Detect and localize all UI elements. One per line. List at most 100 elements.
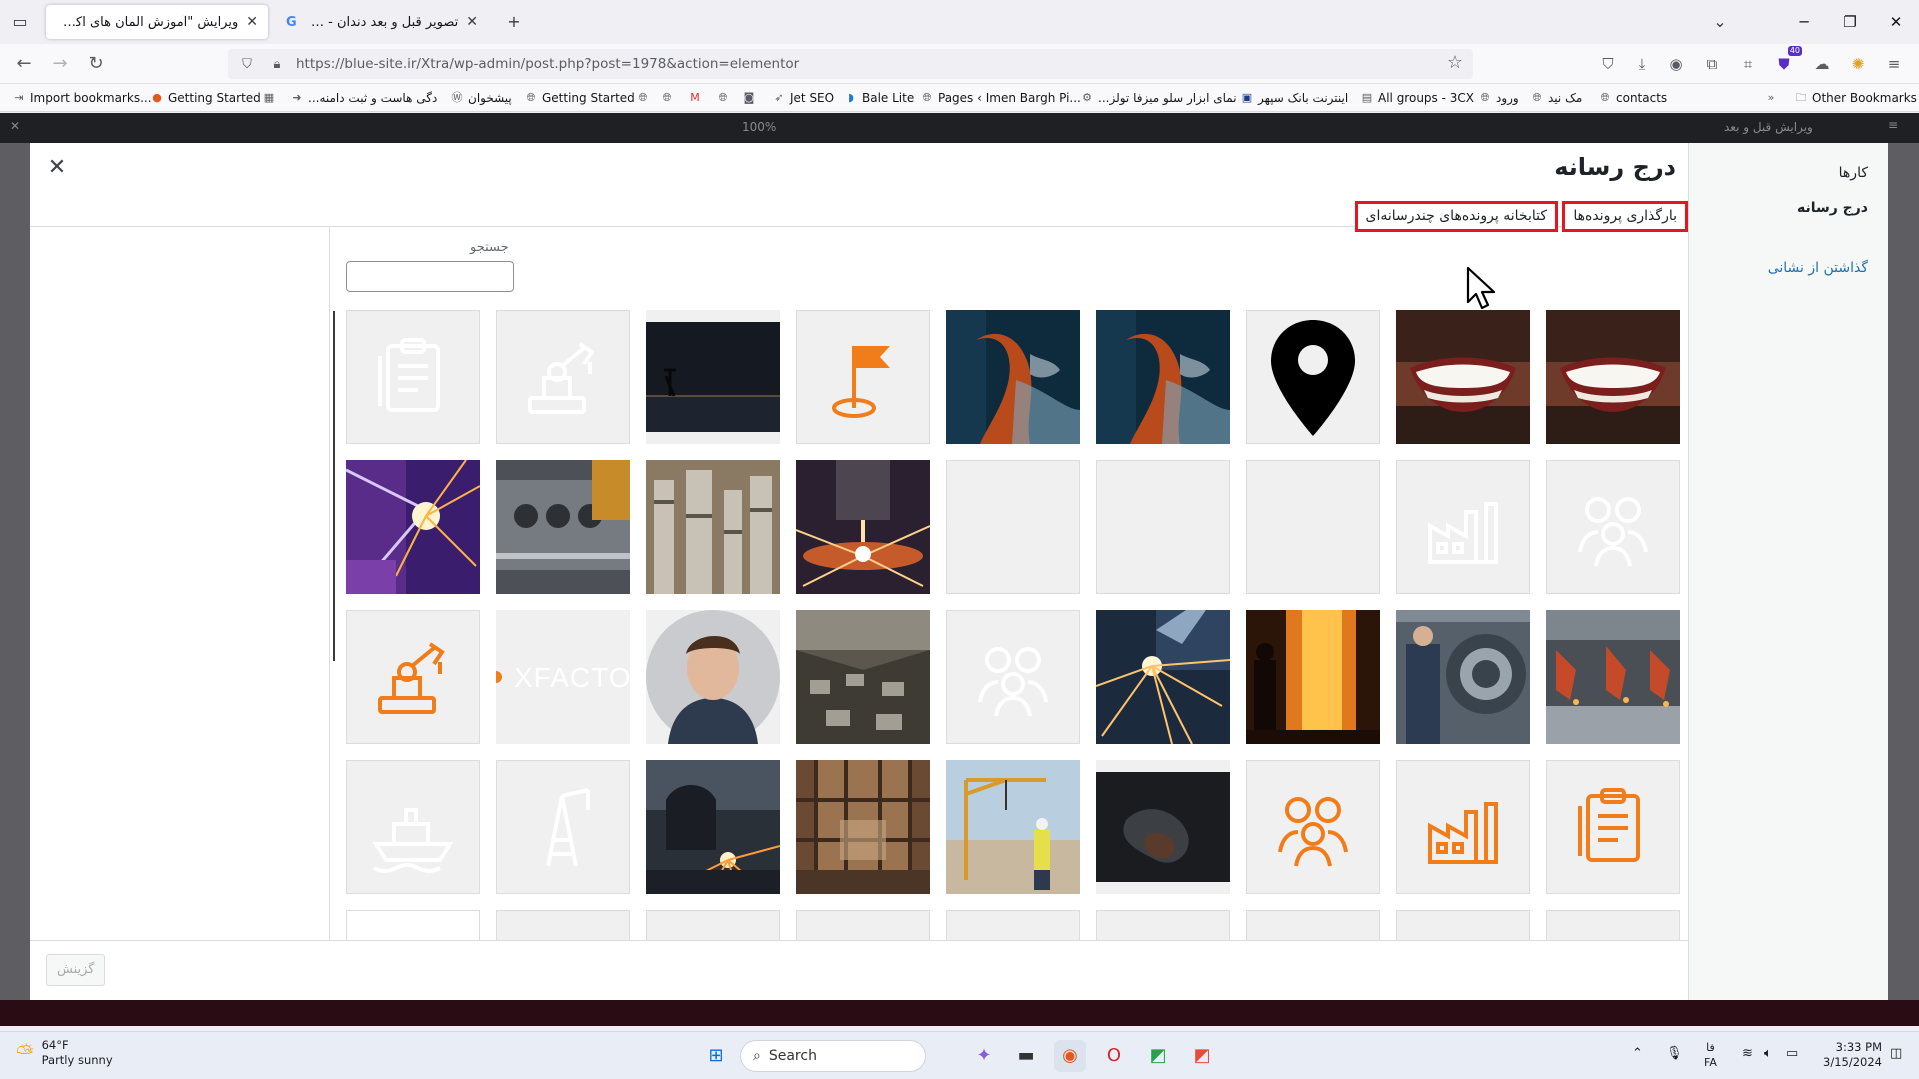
bookmark-item[interactable]: 🌐︎ ورود xyxy=(1478,89,1519,107)
notification-icon[interactable]: ◫ xyxy=(1890,1046,1902,1061)
url-text[interactable]: https://blue-site.ir/Xtra/wp-admin/post.… xyxy=(296,56,799,72)
firefox-taskbar-icon[interactable]: ◉ xyxy=(1054,1040,1086,1072)
modal-close-icon[interactable]: ✕ xyxy=(44,155,70,181)
cloud-icon[interactable]: ☁ xyxy=(1810,52,1834,76)
bookmark-item[interactable]: 🌐︎ xyxy=(716,89,730,107)
crop-icon[interactable]: ⌗ xyxy=(1736,52,1760,76)
bookmark-item[interactable]: M xyxy=(688,89,702,107)
minimize-icon[interactable]: ─ xyxy=(1784,8,1824,36)
media-thumbnail-photo-engine[interactable] xyxy=(496,460,630,594)
tab-list-icon[interactable]: ▭ xyxy=(8,10,32,34)
tab-upload-files[interactable]: بارگذاری پرونده‌ها xyxy=(1562,201,1688,232)
volume-icon[interactable]: 🔈︎ xyxy=(1764,1046,1772,1061)
media-thumbnail-blank[interactable] xyxy=(1246,910,1380,940)
new-tab-icon[interactable]: + xyxy=(502,10,526,34)
media-thumbnail-robot-icon-orange[interactable] xyxy=(346,610,480,744)
taskbar-search[interactable]: ⌕ Search xyxy=(740,1040,926,1072)
bookmark-star-icon[interactable]: ☆ xyxy=(1447,52,1463,73)
media-thumbnail-photo-dark-smoke[interactable] xyxy=(1096,760,1230,894)
media-thumbnail-photo-sparks[interactable] xyxy=(1096,610,1230,744)
weather-widget[interactable]: ⛅︎ 64°F Partly sunny xyxy=(16,1038,113,1068)
other-bookmarks[interactable]: 🗀︎ Other Bookmarks xyxy=(1794,89,1917,107)
file-explorer-icon[interactable]: ▬ xyxy=(1010,1040,1042,1072)
forward-icon[interactable]: → xyxy=(46,52,74,76)
media-thumbnail-photo-laser[interactable] xyxy=(796,460,930,594)
tab-close-icon[interactable]: ✕ xyxy=(246,14,258,30)
media-thumbnail-blank[interactable] xyxy=(946,460,1080,594)
bookmark-item[interactable]: ● Getting Started xyxy=(150,89,261,107)
media-thumbnail-team-icon-faded[interactable] xyxy=(1546,460,1680,594)
media-thumbnail-photo-dusk[interactable] xyxy=(646,310,780,444)
media-thumbnail-photo-assembly[interactable] xyxy=(1546,610,1680,744)
media-thumbnail-rig-icon-faded[interactable] xyxy=(496,760,630,894)
battery-icon[interactable]: ▭ xyxy=(1786,1046,1798,1061)
media-thumbnail-photo-refinery[interactable] xyxy=(646,460,780,594)
media-thumbnail-form-icon-orange[interactable] xyxy=(1546,760,1680,894)
media-thumbnail-blank[interactable] xyxy=(1096,460,1230,594)
media-thumbnail-ship-icon-faded[interactable] xyxy=(346,760,480,894)
language-indicator[interactable]: فا FA xyxy=(1704,1040,1717,1070)
media-thumbnail-form-icon-faded[interactable] xyxy=(346,310,480,444)
media-thumbnail-photo-worker-fire[interactable] xyxy=(1096,310,1230,444)
media-thumbnail-robot-icon-faded[interactable] xyxy=(496,310,630,444)
media-thumbnail-blank[interactable] xyxy=(1246,460,1380,594)
pocket-icon[interactable]: ⛉ xyxy=(1596,52,1620,76)
back-icon[interactable]: ← xyxy=(10,52,38,76)
close-window-icon[interactable]: ✕ xyxy=(1876,8,1916,36)
bookmark-item[interactable]: ▣ اینترنت بانک سپهر xyxy=(1240,89,1348,107)
bookmark-item[interactable]: 🌐︎ xyxy=(660,89,674,107)
url-bar[interactable]: ⛉ 🔒︎ https://blue-site.ir/Xtra/wp-admin/… xyxy=(228,49,1473,79)
restore-icon[interactable]: ❐ xyxy=(1830,8,1870,36)
wifi-icon[interactable]: ≋ xyxy=(1742,1046,1753,1061)
bookmark-item[interactable]: 🌐︎ Getting Started xyxy=(524,89,635,107)
media-thumbnail-blank[interactable] xyxy=(646,910,780,940)
media-thumbnail-photo-gears[interactable] xyxy=(1396,610,1530,744)
media-thumbnail-map-pin-icon[interactable] xyxy=(1246,310,1380,444)
extensions-icon[interactable]: ⧉ xyxy=(1700,52,1724,76)
app-green-icon[interactable]: ◩ xyxy=(1142,1040,1174,1072)
clock[interactable]: 3:33 PM 3/15/2024 xyxy=(1812,1040,1882,1070)
menu-insert-media[interactable]: درج رسانه xyxy=(1797,200,1868,216)
bookmark-item[interactable]: ▦ xyxy=(262,89,276,107)
tab-close-icon[interactable]: ✕ xyxy=(466,14,478,30)
bookmark-item[interactable]: ◙ xyxy=(742,89,756,107)
bookmark-item[interactable]: ⚙ ...نمای ابزار سلو میزفا تولز xyxy=(1080,89,1237,107)
bookmarks-overflow-icon[interactable]: » xyxy=(1764,89,1778,107)
media-thumbnail-photo-smile[interactable] xyxy=(1546,310,1680,444)
opera-icon[interactable]: O xyxy=(1098,1040,1130,1072)
reload-icon[interactable]: ↻ xyxy=(82,52,110,76)
bookmark-item[interactable]: Ⓦ پیشخوان xyxy=(450,89,512,107)
bookmark-item[interactable]: ◗ Bale Lite xyxy=(844,89,914,107)
menu-insert-from-url[interactable]: گذاشتن از نشانی xyxy=(1768,260,1868,276)
media-thumbnail-team-icon-orange[interactable] xyxy=(1246,760,1380,894)
media-thumbnail-blank[interactable] xyxy=(1546,910,1680,940)
account-icon[interactable]: ◉ xyxy=(1664,52,1688,76)
tray-overflow-icon[interactable]: ⌃ xyxy=(1632,1046,1643,1061)
gear-extension-icon[interactable]: ✺ xyxy=(1846,52,1870,76)
media-thumbnail-factory-icon-faded[interactable] xyxy=(1396,460,1530,594)
app-red-icon[interactable]: ◩ xyxy=(1186,1040,1218,1072)
bookmark-item[interactable]: ➜ ...دگی هاست و ثبت دامنه xyxy=(290,89,437,107)
shield-extension-icon[interactable]: ⛊ 40 xyxy=(1772,46,1802,76)
media-thumbnail-blank[interactable] xyxy=(1096,910,1230,940)
media-thumbnail-photo-crane[interactable] xyxy=(946,760,1080,894)
copilot-icon[interactable]: ✦ xyxy=(968,1040,1000,1072)
media-thumbnail-photo-foundry[interactable] xyxy=(1246,610,1380,744)
media-thumbnail-photo-welding-purple[interactable] xyxy=(346,460,480,594)
tab-active[interactable]: ویرایش "آموزش المان های اکسترا – ه ✕ xyxy=(46,5,268,39)
bookmark-item[interactable]: ▤ All groups - 3CX xyxy=(1360,89,1474,107)
download-icon[interactable]: ⤓ xyxy=(1630,52,1654,76)
tab-search[interactable]: G تصویر قبل و بعد دندان - Search ✕ xyxy=(276,5,488,39)
media-thumbnail-photo-smile[interactable] xyxy=(1396,310,1530,444)
bookmark-item[interactable]: 🌐︎ contacts xyxy=(1598,89,1668,107)
menu-icon[interactable]: ≡ xyxy=(1882,52,1906,76)
media-thumbnail-photo-worker-fire[interactable] xyxy=(946,310,1080,444)
media-thumbnail-photo-workshop[interactable] xyxy=(796,760,930,894)
bookmark-item[interactable]: 🌐︎ Pages ‹ Imen Bargh Pi... xyxy=(920,89,1081,107)
media-thumbnail-photo-portrait[interactable] xyxy=(646,610,780,744)
media-thumbnail-photo-welder[interactable] xyxy=(646,760,780,894)
select-media-button[interactable]: گزینش xyxy=(46,954,106,986)
media-thumbnail-team-icon-faded[interactable] xyxy=(946,610,1080,744)
media-thumbnail-flag-icon-orange[interactable] xyxy=(796,310,930,444)
bookmark-item[interactable]: 🌐︎ مک نید xyxy=(1530,89,1583,107)
